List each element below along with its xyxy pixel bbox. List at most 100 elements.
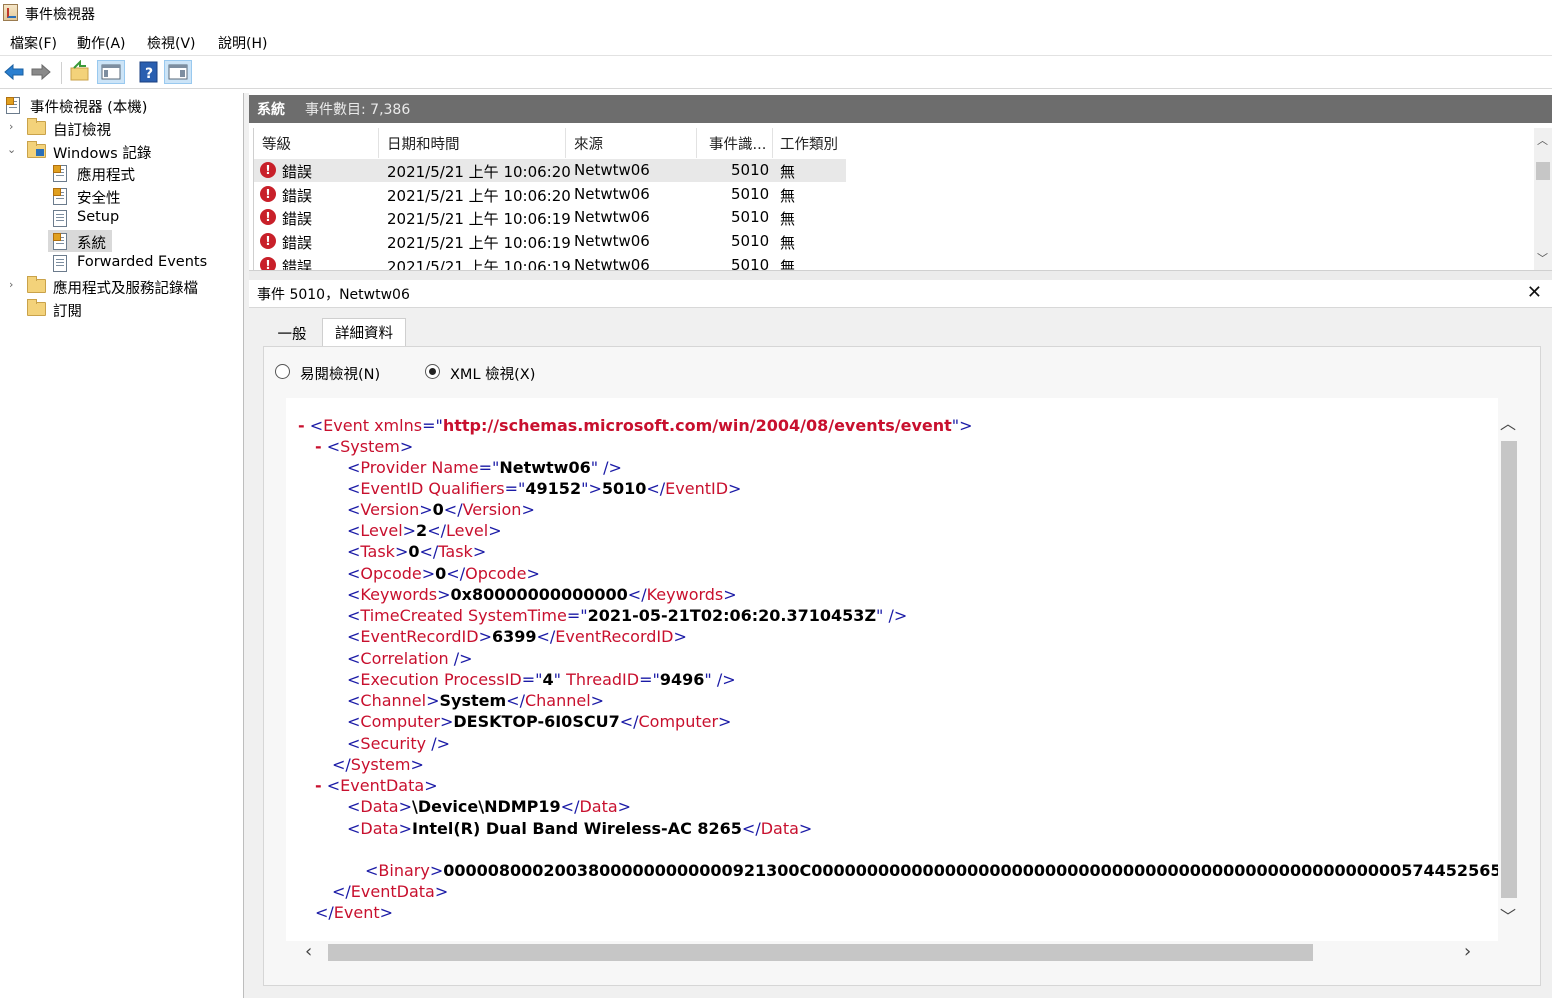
log-icon (53, 233, 67, 250)
collapse-toggle[interactable]: - (315, 776, 322, 795)
error-icon: ! (260, 233, 276, 249)
collapse-toggle[interactable]: - (315, 437, 322, 456)
xml-record-id: <EventRecordID>6399</EventRecordID> (347, 627, 687, 646)
event-count: 事件數目: 7,386 (305, 102, 411, 118)
toolbar: ? (0, 57, 1552, 89)
menu-action[interactable]: 動作(A) (77, 33, 126, 53)
event-source: Netwtw06 (574, 161, 650, 179)
event-row[interactable]: ! 錯誤 2021/5/21 上午 10:06:19 Netwtw06 5010… (254, 254, 846, 271)
tab-general[interactable]: 一般 (263, 318, 321, 346)
show-hide-action-pane-icon[interactable] (164, 60, 192, 84)
column-header-event-id[interactable]: 事件識... (709, 133, 766, 154)
folder-icon (27, 276, 46, 293)
menu-file[interactable]: 檔案(F) (10, 33, 57, 53)
xml-keywords: <Keywords>0x80000000000000</Keywords> (347, 585, 737, 604)
event-row[interactable]: ! 錯誤 2021/5/21 上午 10:06:19 Netwtw06 5010… (254, 206, 846, 229)
scroll-up-icon[interactable]: ︿ (1500, 410, 1516, 434)
column-header-task-category[interactable]: 工作類別 (780, 133, 838, 154)
back-icon[interactable] (2, 60, 26, 84)
event-source: Netwtw06 (574, 208, 650, 226)
tree-item-custom-views[interactable]: › 自訂檢視 (0, 117, 243, 139)
svg-text:?: ? (145, 66, 153, 82)
scrollbar-thumb[interactable] (1501, 441, 1517, 898)
scroll-down-icon[interactable]: ﹀ (1537, 250, 1548, 266)
console-tree: 事件檢視器 (本機) › 自訂檢視 ⌄ Windows 記錄 應用程式 安全性 … (0, 93, 244, 998)
tree-item-system[interactable]: 系統 (0, 230, 243, 252)
event-row[interactable]: ! 錯誤 2021/5/21 上午 10:06:19 Netwtw06 5010… (254, 230, 846, 253)
folder-icon (27, 118, 46, 135)
xml-horizontal-scrollbar[interactable]: ‹ › (301, 941, 1496, 963)
tree-item-application[interactable]: 應用程式 (0, 162, 243, 184)
column-separator[interactable] (696, 128, 697, 158)
log-icon (53, 165, 67, 182)
scroll-right-icon[interactable]: › (1464, 941, 1471, 962)
column-header-datetime[interactable]: 日期和時間 (387, 133, 460, 154)
xml-vertical-scrollbar[interactable]: ︿ ﹀ (1498, 398, 1520, 941)
tree-item-custom-views-label: 自訂檢視 (53, 123, 111, 139)
tree-item-root[interactable]: 事件檢視器 (本機) (0, 94, 243, 116)
log-icon (53, 188, 67, 205)
tree-item-security[interactable]: 安全性 (0, 185, 243, 207)
help-icon[interactable]: ? (137, 60, 161, 84)
tree-item-setup[interactable]: Setup (0, 207, 243, 229)
event-datetime: 2021/5/21 上午 10:06:19 (387, 210, 571, 228)
tree-item-windows-logs[interactable]: ⌄ Windows 記錄 (0, 140, 243, 162)
tab-details[interactable]: 詳細資料 (322, 318, 406, 346)
open-folder-icon[interactable] (68, 59, 92, 84)
event-row[interactable]: ! 錯誤 2021/5/21 上午 10:06:20 Netwtw06 5010… (254, 159, 846, 182)
chevron-right-icon[interactable]: › (9, 120, 13, 133)
xml-provider: <Provider Name="Netwtw06" /> (347, 458, 622, 477)
xml-opcode-value: 0 (435, 564, 447, 583)
title-bar: 事件檢視器 (0, 0, 1552, 27)
scroll-left-icon[interactable]: ‹ (305, 941, 312, 962)
column-separator[interactable] (378, 128, 379, 158)
tree-item-forwarded-events[interactable]: Forwarded Events (0, 252, 243, 274)
column-separator[interactable] (772, 128, 773, 158)
chevron-right-icon[interactable]: › (9, 278, 13, 291)
scroll-down-icon[interactable]: ﹀ (1500, 903, 1516, 927)
column-header-level[interactable]: 等級 (262, 133, 291, 154)
menu-help[interactable]: 說明(H) (218, 33, 267, 53)
tree-item-app-services-logs[interactable]: › 應用程式及服務記錄檔 (0, 275, 243, 297)
xml-view: - <Event xmlns="http://schemas.microsoft… (286, 398, 1498, 941)
radio-button[interactable] (275, 364, 290, 379)
chevron-down-icon[interactable]: ⌄ (7, 143, 16, 156)
event-source: Netwtw06 (574, 256, 650, 271)
xml-eventid: <EventID Qualifiers="49152">5010</EventI… (347, 479, 742, 498)
radio-friendly-view-label: 易閱檢視(N) (300, 367, 381, 383)
horizontal-splitter[interactable] (249, 270, 1552, 280)
collapse-toggle[interactable]: - (298, 416, 305, 435)
event-datetime: 2021/5/21 上午 10:06:20 (387, 187, 571, 205)
forward-icon[interactable] (29, 60, 53, 84)
column-header-source[interactable]: 來源 (574, 133, 603, 154)
event-list: 等級 日期和時間 來源 事件識... 工作類別 ! 錯誤 2021/5/21 上… (253, 128, 1552, 271)
show-hide-tree-icon[interactable] (97, 60, 125, 84)
event-viewer-icon (6, 97, 20, 114)
menu-view[interactable]: 檢視(V) (147, 33, 196, 53)
event-id: 5010 (731, 208, 770, 226)
xml-keywords-value: 0x80000000000000 (450, 585, 628, 604)
tree-item-subscriptions[interactable]: 訂閱 (0, 298, 243, 320)
log-icon (53, 255, 67, 272)
close-icon[interactable]: ✕ (1527, 282, 1542, 303)
tree-item-forwarded-events-label: Forwarded Events (77, 254, 208, 270)
detail-header: 事件 5010，Netwtw06 ✕ (249, 280, 1552, 308)
xml-binary-value: 00000800020038000000000000921300C0000000… (443, 861, 1498, 880)
error-icon: ! (260, 209, 276, 225)
radio-button-selected[interactable] (425, 364, 440, 379)
log-header-bar: 系統 事件數目: 7,386 (249, 95, 1552, 123)
event-list-scrollbar[interactable]: ︿ ﹀ (1534, 128, 1552, 270)
event-row[interactable]: ! 錯誤 2021/5/21 上午 10:06:20 Netwtw06 5010… (254, 183, 846, 206)
xml-binary: <Binary>00000800020038000000000000921300… (365, 860, 1498, 881)
column-separator[interactable] (565, 128, 566, 158)
scroll-up-icon[interactable]: ︿ (1537, 132, 1548, 148)
scrollbar-thumb[interactable] (328, 944, 1313, 961)
event-level: 錯誤 (282, 187, 313, 205)
event-task: 無 (780, 163, 796, 181)
xml-correlation: <Correlation /> (347, 649, 473, 668)
xml-opcode: <Opcode>0</Opcode> (347, 564, 540, 583)
xml-level-value: 2 (416, 521, 428, 540)
event-id: 5010 (731, 256, 770, 271)
scrollbar-thumb[interactable] (1536, 162, 1550, 180)
windows-logs-folder-icon (27, 141, 46, 158)
